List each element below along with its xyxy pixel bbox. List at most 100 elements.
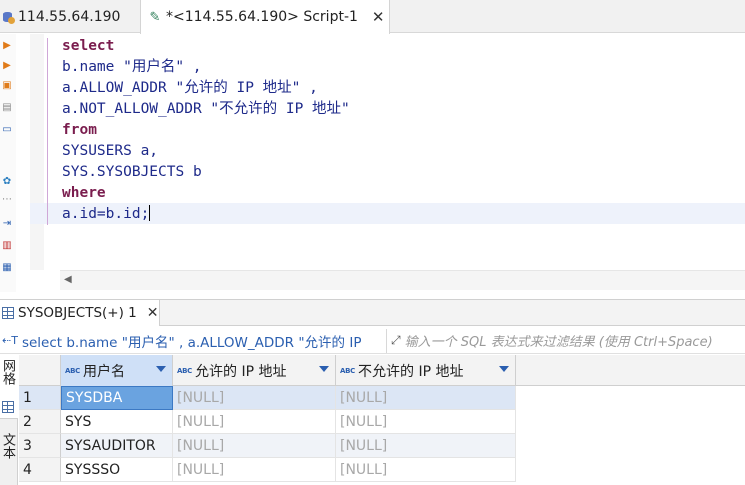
expand-icon[interactable]: ⤢ [391, 333, 401, 348]
sql-keyword: select [62, 38, 115, 54]
query-text[interactable]: ⇠T select b.name "用户名" , a.ALLOW_ADDR "允… [0, 331, 386, 351]
sql-identifier: , [300, 80, 318, 96]
sql-keyword: where [62, 185, 106, 201]
sql-alias: "允许的 IP 地址" [175, 80, 301, 96]
more-icon[interactable]: ⋯ [1, 194, 13, 206]
close-tab-icon[interactable]: ✕ [372, 8, 385, 26]
sql-alias: "不允许的 IP 地址" [210, 101, 350, 117]
cell-not-allow-addr[interactable]: [NULL] [336, 410, 516, 434]
row-number[interactable]: 3 [19, 434, 61, 458]
tab-script-label: *<114.55.64.190> Script-1 [166, 9, 358, 25]
grid-view-label: 网格 [0, 359, 15, 385]
tab-connection-label: 114.55.64.190 [18, 8, 121, 25]
column-header-label: 允许的 IP 地址 [195, 363, 287, 380]
row-number[interactable]: 2 [19, 410, 61, 434]
column-header-label: 用户名 [83, 363, 125, 380]
cell-not-allow-addr[interactable]: [NULL] [336, 458, 516, 482]
explain-plan-icon[interactable]: ▤ [1, 102, 13, 114]
sql-editor[interactable]: select b.name "用户名" , a.ALLOW_ADDR "允许的 IP… [30, 34, 745, 270]
results-grid: ABC 用户名 ABC 允许的 IP 地址 ABC 不允许的 IP 地址 1 S… [19, 355, 745, 485]
filter-input[interactable]: ⤢ 输入一个 SQL 表达式来过滤结果 (使用 Ctrl+Space) [386, 328, 745, 353]
sql-identifier: a.id=b.id; [62, 206, 150, 222]
export-icon[interactable]: ⇥ [1, 218, 13, 230]
table-row[interactable]: 3 SYSAUDITOR [NULL] [NULL] [19, 434, 745, 458]
code-line[interactable]: SYSUSERS a, [62, 141, 350, 162]
execute-script-icon[interactable]: ▣ [1, 80, 13, 92]
column-header-not-allow-addr[interactable]: ABC 不允许的 IP 地址 [336, 355, 516, 386]
sql-identifier: SYSUSERS a, [62, 143, 159, 159]
code-line[interactable]: b.name "用户名" , [62, 57, 350, 78]
sort-filter-icon[interactable] [319, 366, 329, 372]
scroll-left-icon[interactable]: ◀ [64, 274, 72, 285]
filter-bar: ⇠T select b.name "用户名" , a.ALLOW_ADDR "允… [0, 328, 745, 354]
table-header: ABC 用户名 ABC 允许的 IP 地址 ABC 不允许的 IP 地址 [19, 355, 745, 386]
code-line[interactable]: where [62, 183, 350, 204]
grid-icon [2, 307, 14, 319]
import-icon[interactable]: ▥ [1, 240, 13, 252]
text-type-icon: ABC [177, 366, 192, 375]
column-header-label: 不允许的 IP 地址 [358, 363, 464, 380]
table-row[interactable]: 4 SYSSSO [NULL] [NULL] [19, 458, 745, 482]
execute-in-new-tab-icon[interactable]: ▶ [1, 60, 13, 72]
cell-username[interactable]: SYSSSO [61, 458, 173, 482]
tab-connection[interactable]: 114.55.64.190 [0, 0, 140, 33]
cell-username[interactable]: SYSAUDITOR [61, 434, 173, 458]
code-line[interactable]: a.id=b.id; [62, 204, 350, 225]
tab-text-view[interactable]: 文本 [0, 433, 17, 459]
settings-icon[interactable]: ✿ [1, 176, 13, 188]
sort-filter-icon[interactable] [499, 366, 509, 372]
row-number[interactable]: 1 [19, 386, 61, 410]
statement-marker [47, 38, 48, 225]
sql-code[interactable]: select b.name "用户名" , a.ALLOW_ADDR "允许的 IP… [62, 36, 350, 225]
tab-grid-view[interactable]: 网格 [0, 355, 18, 419]
sort-filter-icon[interactable] [156, 366, 166, 372]
cell-not-allow-addr[interactable]: [NULL] [336, 434, 516, 458]
sql-identifier: b.name [62, 59, 124, 75]
code-line[interactable]: SYS.SYSOBJECTS b [62, 162, 350, 183]
cell-not-allow-addr[interactable]: [NULL] [336, 386, 516, 410]
format-icon[interactable]: ▦ [1, 262, 13, 274]
query-text-label: select b.name "用户名" , a.ALLOW_ADDR "允许的 … [21, 334, 362, 351]
row-number[interactable]: 4 [19, 458, 61, 482]
terminal-icon[interactable]: ▭ [1, 124, 13, 136]
close-results-icon[interactable]: ✕ [147, 305, 159, 321]
sql-keyword: from [62, 122, 97, 138]
results-tab-label: SYSOBJECTS(+) 1 [18, 305, 137, 321]
sql-identifier: a.NOT_ALLOW_ADDR [62, 101, 211, 117]
text-type-icon: ABC [340, 366, 355, 375]
code-line[interactable]: a.ALLOW_ADDR "允许的 IP 地址" , [62, 78, 350, 99]
sql-identifier: a.ALLOW_ADDR [62, 80, 176, 96]
row-number-header[interactable] [19, 355, 61, 386]
tab-script[interactable]: ✎ *<114.55.64.190> Script-1 ✕ [140, 0, 390, 34]
code-line[interactable]: a.NOT_ALLOW_ADDR "不允许的 IP 地址" [62, 99, 350, 120]
editor-tab-bar: 114.55.64.190 ✎ *<114.55.64.190> Script-… [0, 0, 745, 34]
editor-side-toolbar: ▶ ▶ ▣ ▤ ▭ ✿ ⋯ ⇥ ▥ ▦ [0, 34, 16, 292]
code-line[interactable]: select [62, 36, 350, 57]
filter-placeholder: 输入一个 SQL 表达式来过滤结果 (使用 Ctrl+Space) [404, 335, 713, 350]
text-type-icon: ABC [65, 366, 80, 375]
sql-identifier: SYS.SYSOBJECTS b [62, 164, 202, 180]
table-row[interactable]: 1 SYSDBA [NULL] [NULL] [19, 386, 745, 410]
column-header-username[interactable]: ABC 用户名 [61, 355, 173, 386]
cell-allow-addr[interactable]: [NULL] [173, 434, 336, 458]
tab-results[interactable]: SYSOBJECTS(+) 1 ✕ [0, 300, 160, 326]
sql-identifier: , [184, 59, 202, 75]
result-view-tabs: 网格 文本 [0, 355, 18, 485]
cell-allow-addr[interactable]: [NULL] [173, 458, 336, 482]
execute-statement-icon[interactable]: ▶ [1, 40, 13, 52]
editor-horizontal-scrollbar[interactable]: ◀ [60, 270, 745, 290]
sql-text-icon: ⇠T [2, 334, 18, 347]
table-row[interactable]: 2 SYS [NULL] [NULL] [19, 410, 745, 434]
sql-alias: "用户名" [123, 59, 185, 75]
cell-allow-addr[interactable]: [NULL] [173, 410, 336, 434]
database-icon [2, 10, 16, 24]
cell-username[interactable]: SYSDBA [61, 386, 173, 410]
cell-allow-addr[interactable]: [NULL] [173, 386, 336, 410]
column-header-allow-addr[interactable]: ABC 允许的 IP 地址 [173, 355, 336, 386]
text-caret [149, 205, 151, 221]
grid-view-icon [2, 401, 14, 413]
code-line[interactable]: from [62, 120, 350, 141]
cell-username[interactable]: SYS [61, 410, 173, 434]
sql-script-icon: ✎ [149, 9, 161, 25]
editor-gutter [30, 34, 44, 270]
